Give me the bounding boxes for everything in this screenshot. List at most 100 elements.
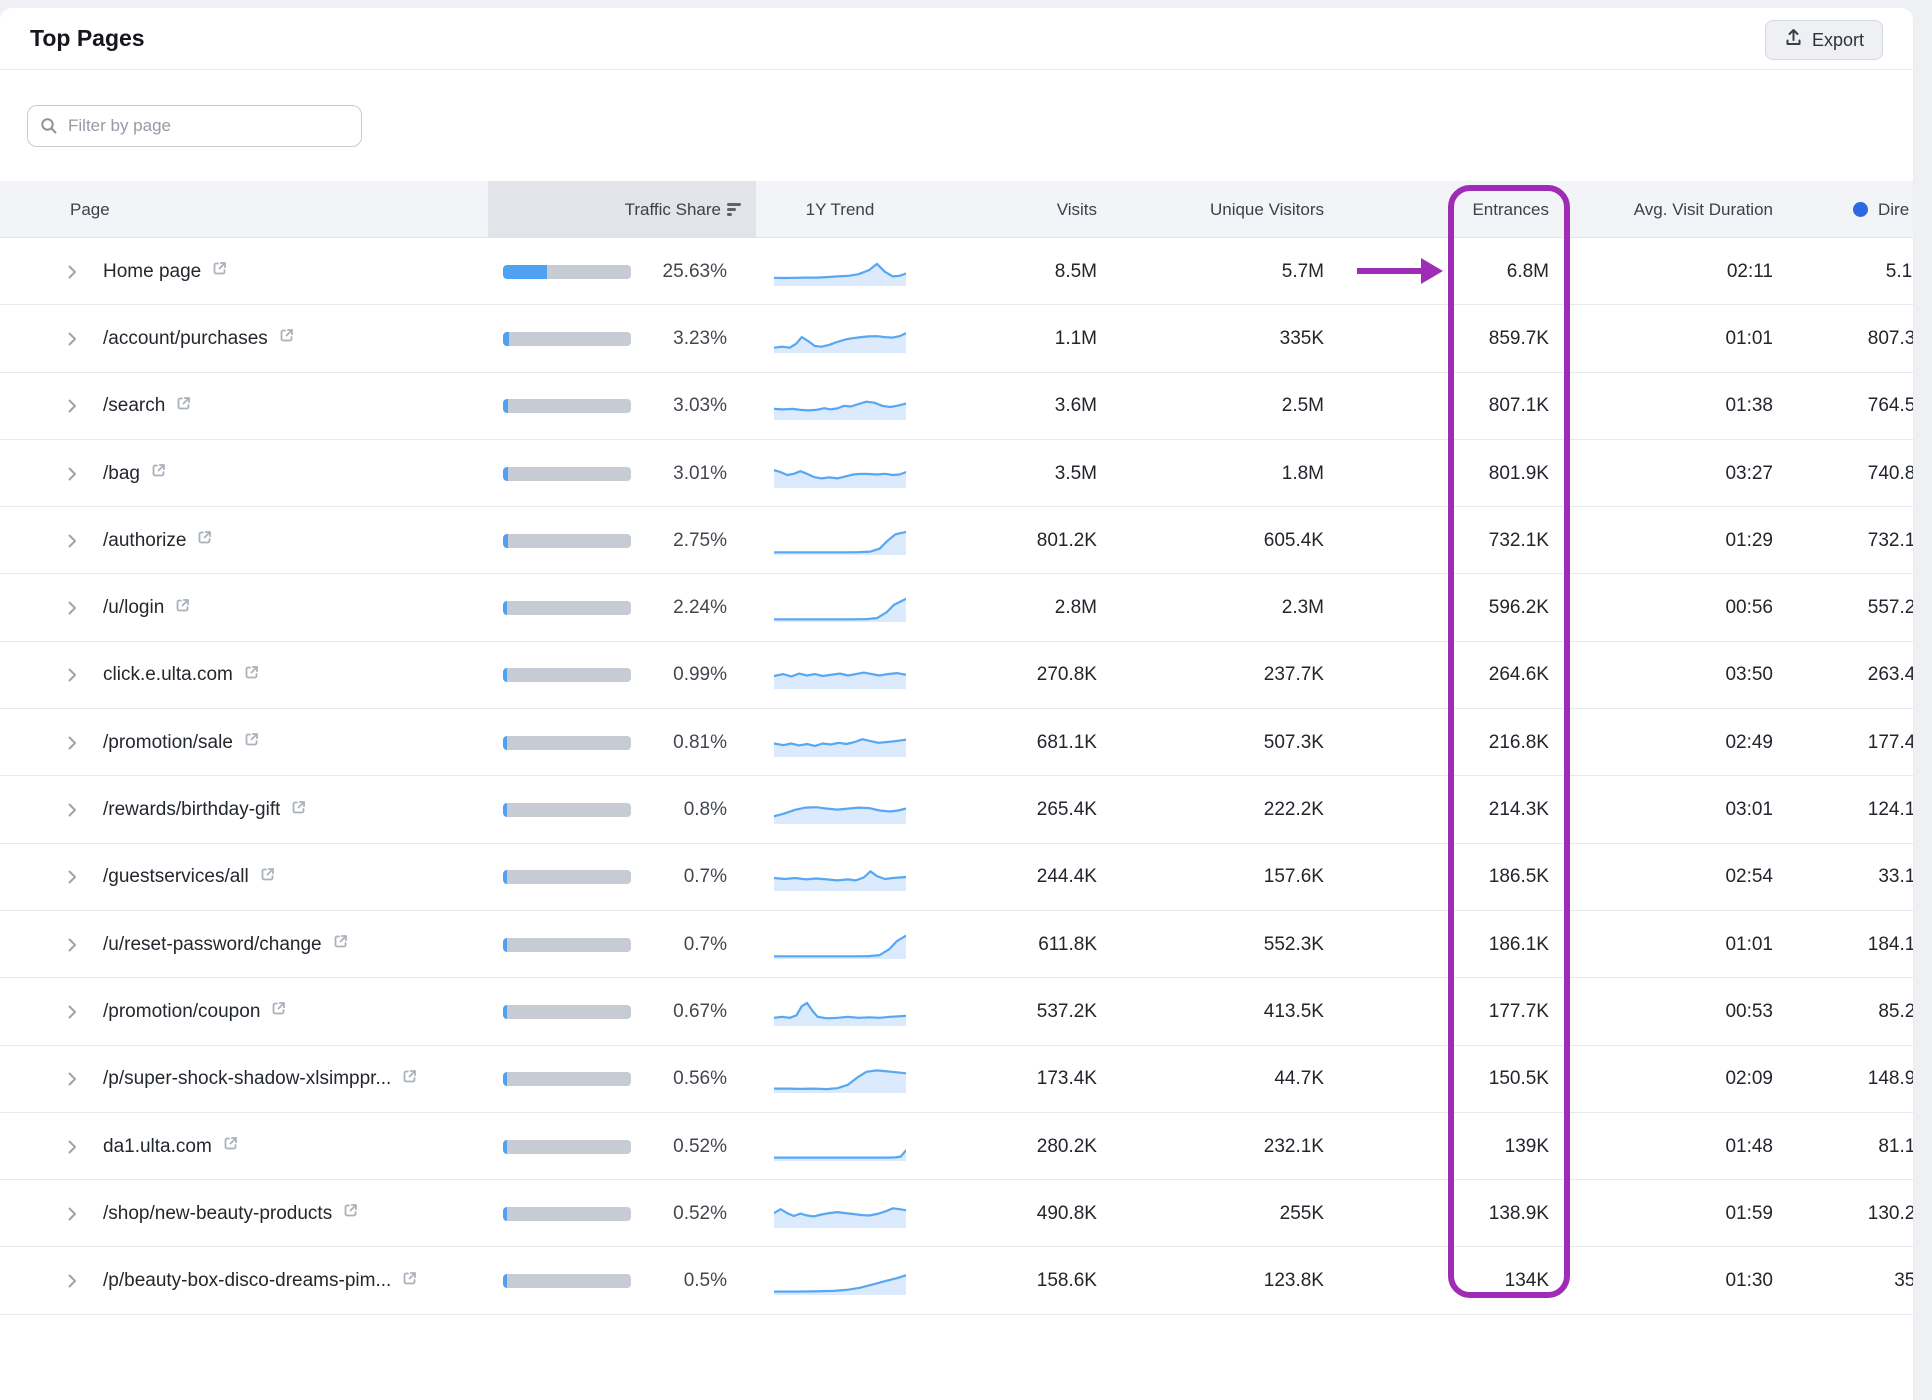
page-name[interactable]: /account/purchases (103, 328, 268, 350)
visits-value: 3.6M (947, 373, 1097, 440)
page-name[interactable]: /promotion/coupon (103, 1001, 260, 1023)
expand-chevron-icon[interactable] (68, 1180, 88, 1247)
expand-chevron-icon[interactable] (68, 305, 88, 372)
page-link[interactable]: /search (103, 373, 192, 440)
table-row[interactable]: /p/super-shock-shadow-xlsimppr... 0.56% … (0, 1046, 1913, 1113)
page-link[interactable]: /p/beauty-box-disco-dreams-pim... (103, 1247, 418, 1314)
expand-chevron-icon[interactable] (68, 911, 88, 978)
page-link[interactable]: /p/super-shock-shadow-xlsimppr... (103, 1046, 418, 1113)
traffic-share-bar (503, 238, 631, 305)
page-link[interactable]: /u/reset-password/change (103, 911, 349, 978)
page-name[interactable]: /authorize (103, 530, 186, 552)
traffic-share-bar-fill (503, 332, 509, 346)
table-row[interactable]: /u/reset-password/change 0.7% 611.8K 552… (0, 911, 1913, 978)
page-link[interactable]: da1.ulta.com (103, 1113, 239, 1180)
external-link-icon[interactable] (401, 1068, 418, 1091)
expand-chevron-icon[interactable] (68, 844, 88, 911)
expand-chevron-icon[interactable] (68, 642, 88, 709)
external-link-icon[interactable] (211, 260, 228, 283)
page-name[interactable]: /p/beauty-box-disco-dreams-pim... (103, 1270, 391, 1292)
page-link[interactable]: /promotion/sale (103, 709, 260, 776)
table-row[interactable]: /promotion/coupon 0.67% 537.2K 413.5K 17… (0, 978, 1913, 1045)
page-link[interactable]: /bag (103, 440, 167, 507)
external-link-icon[interactable] (150, 462, 167, 485)
page-name[interactable]: /search (103, 395, 165, 417)
column-header-page[interactable]: Page (70, 181, 110, 238)
table-row[interactable]: /bag 3.01% 3.5M 1.8M 801.9K 03:27 740.8K (0, 440, 1913, 507)
page-link[interactable]: /guestservices/all (103, 844, 276, 911)
expand-chevron-icon[interactable] (68, 440, 88, 507)
external-link-icon[interactable] (270, 1000, 287, 1023)
external-link-icon[interactable] (401, 1270, 418, 1293)
page-name[interactable]: /p/super-shock-shadow-xlsimppr... (103, 1068, 391, 1090)
export-button-label: Export (1812, 30, 1864, 51)
expand-chevron-icon[interactable] (68, 1247, 88, 1314)
table-row[interactable]: /rewards/birthday-gift 0.8% 265.4K 222.2… (0, 776, 1913, 843)
table-row[interactable]: /u/login 2.24% 2.8M 2.3M 596.2K 00:56 55… (0, 574, 1913, 641)
expand-chevron-icon[interactable] (68, 574, 88, 641)
page-name[interactable]: click.e.ulta.com (103, 664, 233, 686)
column-header-direct[interactable]: Dire (1853, 181, 1913, 238)
external-link-icon[interactable] (222, 1135, 239, 1158)
page-name[interactable]: /bag (103, 463, 140, 485)
traffic-share-bar (503, 1046, 631, 1113)
external-link-icon[interactable] (342, 1202, 359, 1225)
external-link-icon[interactable] (278, 327, 295, 350)
column-header-unique-visitors[interactable]: Unique Visitors (1124, 181, 1324, 238)
table-row[interactable]: /account/purchases 3.23% 1.1M 335K 859.7… (0, 305, 1913, 372)
traffic-share-value: 0.7% (617, 844, 727, 911)
page-name[interactable]: /guestservices/all (103, 866, 249, 888)
expand-chevron-icon[interactable] (68, 507, 88, 574)
external-link-icon[interactable] (174, 597, 191, 620)
page-name[interactable]: /shop/new-beauty-products (103, 1203, 332, 1225)
column-header-avg-visit-duration[interactable]: Avg. Visit Duration (1593, 181, 1773, 238)
page-link[interactable]: /account/purchases (103, 305, 295, 372)
expand-chevron-icon[interactable] (68, 238, 88, 305)
external-link-icon[interactable] (290, 799, 307, 822)
table-row[interactable]: /p/beauty-box-disco-dreams-pim... 0.5% 1… (0, 1247, 1913, 1314)
page-name[interactable]: /u/login (103, 597, 164, 619)
external-link-icon[interactable] (196, 529, 213, 552)
traffic-share-bar-track (503, 1072, 631, 1086)
page-name[interactable]: /u/reset-password/change (103, 934, 322, 956)
page-link[interactable]: Home page (103, 238, 228, 305)
column-header-1y-trend[interactable]: 1Y Trend (774, 181, 906, 238)
direct-value: 81.1K (1738, 1113, 1913, 1180)
column-header-traffic-share[interactable]: Traffic Share (520, 181, 721, 238)
page-name[interactable]: /promotion/sale (103, 732, 233, 754)
traffic-share-bar (503, 507, 631, 574)
table-row[interactable]: click.e.ulta.com 0.99% 270.8K 237.7K 264… (0, 642, 1913, 709)
table-row[interactable]: da1.ulta.com 0.52% 280.2K 232.1K 139K 01… (0, 1113, 1913, 1180)
expand-chevron-icon[interactable] (68, 776, 88, 843)
external-link-icon[interactable] (332, 933, 349, 956)
page-link[interactable]: /authorize (103, 507, 213, 574)
external-link-icon[interactable] (175, 395, 192, 418)
expand-chevron-icon[interactable] (68, 1046, 88, 1113)
expand-chevron-icon[interactable] (68, 709, 88, 776)
page-name[interactable]: /rewards/birthday-gift (103, 799, 280, 821)
sort-descending-icon[interactable] (727, 203, 742, 216)
filter-input[interactable] (27, 105, 362, 147)
table-row[interactable]: /guestservices/all 0.7% 244.4K 157.6K 18… (0, 844, 1913, 911)
page-link[interactable]: /promotion/coupon (103, 978, 287, 1045)
page-link[interactable]: click.e.ulta.com (103, 642, 260, 709)
column-header-visits[interactable]: Visits (947, 181, 1097, 238)
expand-chevron-icon[interactable] (68, 373, 88, 440)
export-button[interactable]: Export (1765, 20, 1883, 60)
page-name[interactable]: da1.ulta.com (103, 1136, 212, 1158)
table-row[interactable]: /shop/new-beauty-products 0.52% 490.8K 2… (0, 1180, 1913, 1247)
expand-chevron-icon[interactable] (68, 978, 88, 1045)
table-row[interactable]: /promotion/sale 0.81% 681.1K 507.3K 216.… (0, 709, 1913, 776)
table-row[interactable]: /authorize 2.75% 801.2K 605.4K 732.1K 01… (0, 507, 1913, 574)
column-header-entrances[interactable]: Entrances (1399, 181, 1549, 238)
table-row[interactable]: /search 3.03% 3.6M 2.5M 807.1K 01:38 764… (0, 373, 1913, 440)
external-link-icon[interactable] (259, 866, 276, 889)
page-link[interactable]: /shop/new-beauty-products (103, 1180, 359, 1247)
page-link[interactable]: /rewards/birthday-gift (103, 776, 307, 843)
table-row[interactable]: Home page 25.63% 8.5M 5.7M 6.8M 02:11 5.… (0, 238, 1913, 305)
page-link[interactable]: /u/login (103, 574, 191, 641)
external-link-icon[interactable] (243, 664, 260, 687)
page-name[interactable]: Home page (103, 261, 201, 283)
expand-chevron-icon[interactable] (68, 1113, 88, 1180)
external-link-icon[interactable] (243, 731, 260, 754)
